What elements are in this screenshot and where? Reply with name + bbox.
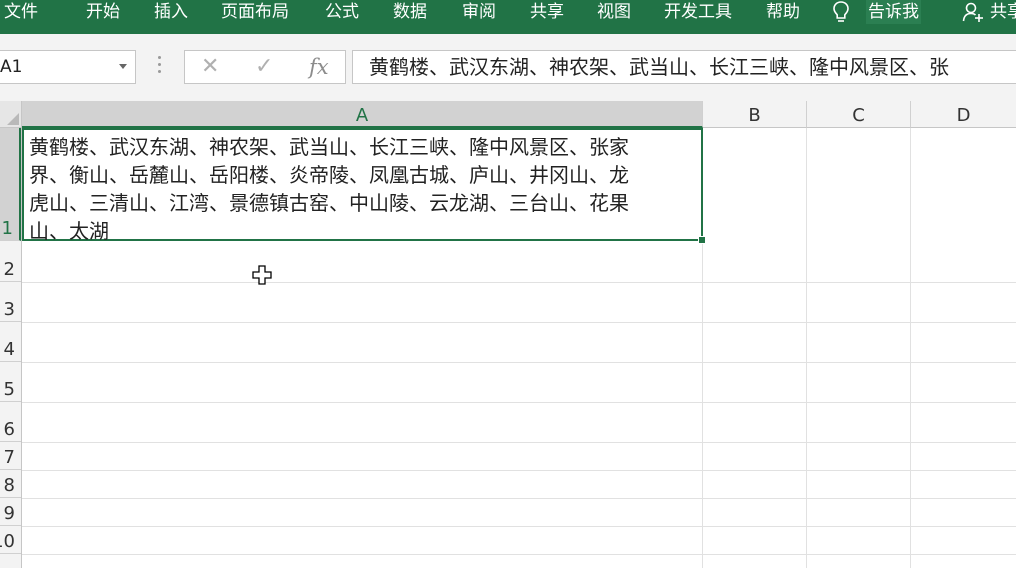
cell-a1[interactable]: 黄鹤楼、武汉东湖、神农架、武当山、长江三峡、隆中风景区、张家 界、衡山、岳麓山、… — [22, 128, 706, 244]
cell-a1-line-2: 界、衡山、岳麓山、岳阳楼、炎帝陵、凤凰古城、庐山、井冈山、龙 — [29, 163, 629, 187]
gridline — [910, 128, 911, 568]
gridline — [22, 362, 1016, 363]
tell-me-search[interactable]: 告诉我 — [866, 0, 921, 24]
row-header-3[interactable]: 3 — [0, 282, 21, 322]
formula-input[interactable]: 黄鹤楼、武汉东湖、神农架、武当山、长江三峡、隆中风景区、张 — [352, 50, 1016, 84]
gridline — [22, 498, 1016, 499]
row-header-9[interactable]: 9 — [0, 498, 21, 526]
share-person-icon[interactable] — [962, 1, 984, 23]
spreadsheet-grid: A B C D 1 2 3 4 5 6 7 8 9 10 黄鹤楼、武汉东湖、神农… — [0, 101, 1016, 568]
tab-view[interactable]: 视图 — [597, 0, 631, 24]
select-all-button[interactable] — [0, 101, 22, 128]
tab-page-layout[interactable]: 页面布局 — [221, 0, 289, 24]
row-header-1[interactable]: 1 — [0, 128, 21, 241]
row-header-2[interactable]: 2 — [0, 241, 21, 282]
row-header-10[interactable]: 10 — [0, 526, 21, 554]
tab-data[interactable]: 数据 — [393, 0, 427, 24]
gridline — [22, 442, 1016, 443]
gridline — [22, 554, 1016, 555]
gridline — [22, 470, 1016, 471]
lightbulb-icon — [833, 1, 849, 22]
tab-review[interactable]: 审阅 — [462, 0, 496, 24]
row-headers: 1 2 3 4 5 6 7 8 9 10 — [0, 128, 22, 568]
row-header-5[interactable]: 5 — [0, 362, 21, 402]
cell-a1-line-3: 虎山、三清山、江湾、景德镇古窑、中山陵、云龙湖、三台山、花果 — [29, 191, 629, 215]
share-button[interactable]: 共享 — [990, 0, 1016, 24]
cell-a1-line-4: 山、太湖 — [29, 219, 109, 243]
insert-function-button[interactable]: fx — [309, 51, 329, 83]
gridline — [806, 128, 807, 568]
row-header-7[interactable]: 7 — [0, 442, 21, 470]
formula-content: 黄鹤楼、武汉东湖、神农架、武当山、长江三峡、隆中风景区、张 — [369, 55, 949, 79]
row-header-4[interactable]: 4 — [0, 322, 21, 362]
resize-handle-icon[interactable] — [158, 56, 161, 77]
name-box-value: A1 — [0, 57, 23, 77]
tab-developer[interactable]: 开发工具 — [664, 0, 732, 24]
tab-home[interactable]: 开始 — [86, 0, 120, 24]
tab-file[interactable]: 文件 — [4, 0, 38, 24]
formula-bar-area: A1 ✕ ✓ fx 黄鹤楼、武汉东湖、神农架、武当山、长江三峡、隆中风景区、张 — [0, 34, 1016, 101]
chevron-down-icon[interactable] — [119, 64, 127, 69]
tab-insert[interactable]: 插入 — [154, 0, 188, 24]
cell-a1-line-1: 黄鹤楼、武汉东湖、神农架、武当山、长江三峡、隆中风景区、张家 — [29, 135, 629, 159]
row-header-6[interactable]: 6 — [0, 402, 21, 442]
tab-help[interactable]: 帮助 — [766, 0, 800, 24]
tab-formulas[interactable]: 公式 — [325, 0, 359, 24]
column-header-d[interactable]: D — [911, 101, 1016, 128]
gridline — [22, 526, 1016, 527]
gridline — [22, 322, 1016, 323]
cancel-icon[interactable]: ✕ — [201, 51, 219, 83]
tab-share[interactable]: 共享 — [530, 0, 564, 24]
gridline — [22, 402, 1016, 403]
confirm-icon[interactable]: ✓ — [255, 51, 273, 83]
name-box[interactable]: A1 — [0, 50, 136, 84]
ribbon-tab-bar: 文件 开始 插入 页面布局 公式 数据 审阅 共享 视图 开发工具 帮助 告诉我… — [0, 0, 1016, 34]
column-header-b[interactable]: B — [703, 101, 807, 128]
row-header-8[interactable]: 8 — [0, 470, 21, 498]
mouse-cross-cursor-icon — [252, 265, 272, 285]
gridline — [22, 282, 1016, 283]
column-header-c[interactable]: C — [807, 101, 911, 128]
column-header-a[interactable]: A — [22, 101, 703, 128]
formula-buttons: ✕ ✓ fx — [184, 50, 346, 84]
